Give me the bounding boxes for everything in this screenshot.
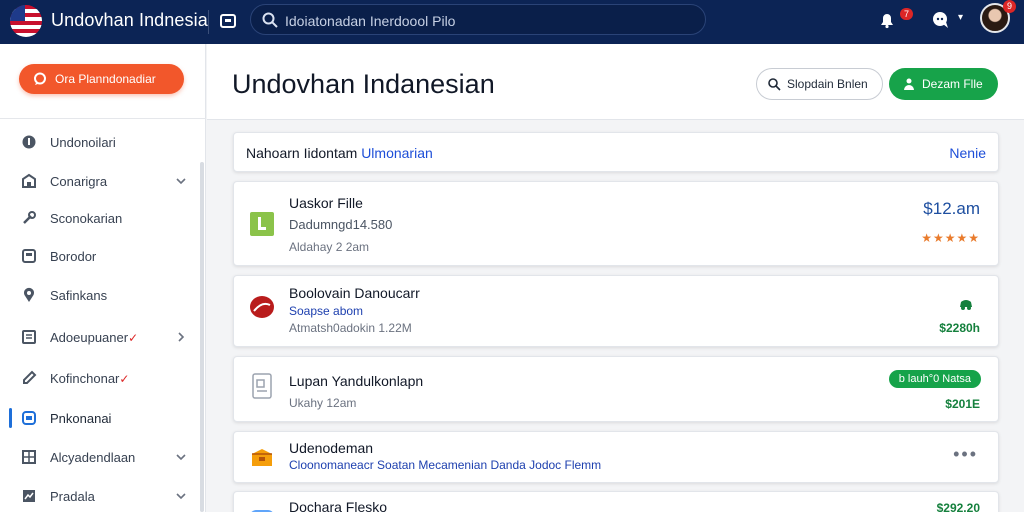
filter-option[interactable]: Nenie <box>949 145 986 161</box>
item-price: $12.am <box>923 199 980 218</box>
divider <box>208 10 209 34</box>
chevron-down-icon[interactable] <box>175 490 187 502</box>
sidebar-item-label: Alcyadendlaan <box>50 450 136 465</box>
sidebar-item-label: Safinkans <box>50 288 108 303</box>
sidebar-item-label: Borodor <box>50 249 97 264</box>
sidebar: Ora Planndonadiar Undonoilari Conarigra … <box>0 44 206 512</box>
sidebar-item-label: Adoeupuaner✓ <box>50 330 139 345</box>
list-item[interactable]: Udenodeman Cloonomaneacr Soatan Mecameni… <box>233 431 999 483</box>
item-meta: Ukahy 12am <box>289 396 357 410</box>
item-price: $201E <box>945 397 980 411</box>
avatar-badge: 9 <box>1003 0 1016 13</box>
sidebar-item-4[interactable]: Borodor <box>0 239 200 273</box>
document-icon <box>252 373 272 399</box>
car-icon <box>960 300 972 310</box>
sidebar-item-5[interactable]: Safinkans <box>0 278 200 312</box>
sidebar-item-label: Conarigra <box>50 174 108 189</box>
item-meta: Aldahay 2 2am <box>289 240 370 254</box>
item-subtitle: Soapse abom <box>289 304 364 318</box>
tools-icon <box>23 211 36 224</box>
sidebar-item-2[interactable]: Conarigra <box>0 164 200 198</box>
item-subtitle: Dadumngd14.580 <box>289 217 393 232</box>
meat-icon <box>250 296 274 318</box>
chevron-down-icon[interactable] <box>175 451 187 463</box>
sidebar-item-7[interactable]: Kofinchonar✓ <box>0 361 200 395</box>
active-indicator <box>9 408 12 428</box>
item-title: Dochara Flesko <box>289 499 388 512</box>
compose-button[interactable]: Ora Planndonadiar <box>19 64 184 94</box>
notification-icon[interactable] <box>878 11 896 29</box>
compose-label: Ora Planndonadiar <box>55 72 156 86</box>
item-title: Udenodeman <box>289 440 374 456</box>
sidebar-item-label: Undonoilari <box>50 135 116 150</box>
rating-stars: ★★★★★ <box>921 231 980 245</box>
filter-bar[interactable]: Nahoarn Iidontam Ulmonarian Nenie <box>233 132 999 172</box>
divider <box>0 118 206 119</box>
pin-icon <box>24 287 34 302</box>
list-item[interactable]: Uaskor Fille Dadumngd14.580 Aldahay 2 2a… <box>233 181 999 266</box>
chevron-down-icon[interactable] <box>175 175 187 187</box>
secondary-button[interactable]: Slopdain Bnlen <box>756 68 883 100</box>
item-meta: Atmatsh0adokin 1.22M <box>289 321 412 335</box>
sidebar-item-9[interactable]: Alcyadendlaan <box>0 440 200 474</box>
item-price: $2280h <box>939 321 980 335</box>
apps-icon[interactable] <box>219 12 237 30</box>
users-icon <box>904 78 914 90</box>
sidebar-item-8[interactable]: Pnkonanai <box>0 401 200 435</box>
sidebar-item-label: Pnkonanai <box>50 411 112 426</box>
chart-icon <box>23 490 35 502</box>
primary-button[interactable]: Dezam Flle <box>889 68 998 100</box>
file-icon <box>250 212 274 236</box>
grid-icon <box>22 450 36 464</box>
secondary-button-label: Slopdain Bnlen <box>787 77 868 91</box>
status-badge: b lauh°0 Natsa <box>888 370 981 388</box>
check-icon: ✓ <box>119 372 130 386</box>
sidebar-item-label: Kofinchonar✓ <box>50 371 130 386</box>
edit-icon <box>23 370 37 384</box>
window-icon <box>22 411 36 425</box>
search-bar[interactable]: Idoiatonadan Inerdoool Pilo <box>250 4 706 35</box>
info-icon <box>22 135 36 149</box>
app-title: Undovhan Indnesia <box>51 10 208 30</box>
sidebar-scrollbar[interactable] <box>200 162 204 512</box>
sidebar-item-label: Pradala <box>50 489 95 504</box>
filter-text: Nahoarn Iidontam Ulmonarian <box>246 145 433 161</box>
search-input[interactable]: Idoiatonadan Inerdoool Pilo <box>285 13 455 29</box>
page-title: Undovhan Indanesian <box>232 69 495 99</box>
chevron-down-icon[interactable]: ▾ <box>958 12 963 23</box>
sidebar-item-label: Sconokarian <box>50 211 123 226</box>
list-item[interactable]: Boolovain Danoucarr Soapse abom Atmatsh0… <box>233 275 999 347</box>
flag-logo-icon <box>10 5 42 37</box>
building-icon <box>22 173 36 188</box>
sidebar-item-10[interactable]: Pradala <box>0 479 200 512</box>
search-icon <box>262 12 278 28</box>
more-options-icon[interactable]: ••• <box>953 444 978 465</box>
top-bar: Undovhan Indnesia Idoiatonadan Inerdoool… <box>0 0 1024 44</box>
chat-icon[interactable] <box>931 10 951 30</box>
list-item[interactable]: Dochara Flesko $292.20 <box>233 491 999 512</box>
item-title: Boolovain Danoucarr <box>289 285 420 301</box>
list-item[interactable]: Lupan Yandulkonlapn Ukahy 12am b lauh°0 … <box>233 356 999 422</box>
item-title: Uaskor Fille <box>289 195 363 211</box>
item-subtitle: Cloonomaneacr Soatan Mecamenian Danda Jo… <box>289 458 602 472</box>
box-icon <box>22 249 36 263</box>
chat-bubble-icon <box>34 72 46 85</box>
sidebar-item-3[interactable]: Sconokarian <box>0 201 200 235</box>
main-header: Undovhan Indanesian Slopdain Bnlen Dezam… <box>207 44 1024 120</box>
item-price: $292.20 <box>936 501 980 512</box>
package-icon <box>252 449 272 466</box>
search-icon <box>768 78 781 91</box>
notification-badge: 7 <box>900 8 914 20</box>
chevron-right-icon[interactable] <box>175 331 187 343</box>
sidebar-item-6[interactable]: Adoeupuaner✓ <box>0 320 200 354</box>
item-title: Lupan Yandulkonlapn <box>289 373 424 389</box>
primary-button-label: Dezam Flle <box>922 77 983 91</box>
check-icon: ✓ <box>128 331 139 345</box>
list-icon <box>22 330 36 344</box>
cloud-icon <box>251 510 273 512</box>
sidebar-item-1[interactable]: Undonoilari <box>0 125 200 159</box>
